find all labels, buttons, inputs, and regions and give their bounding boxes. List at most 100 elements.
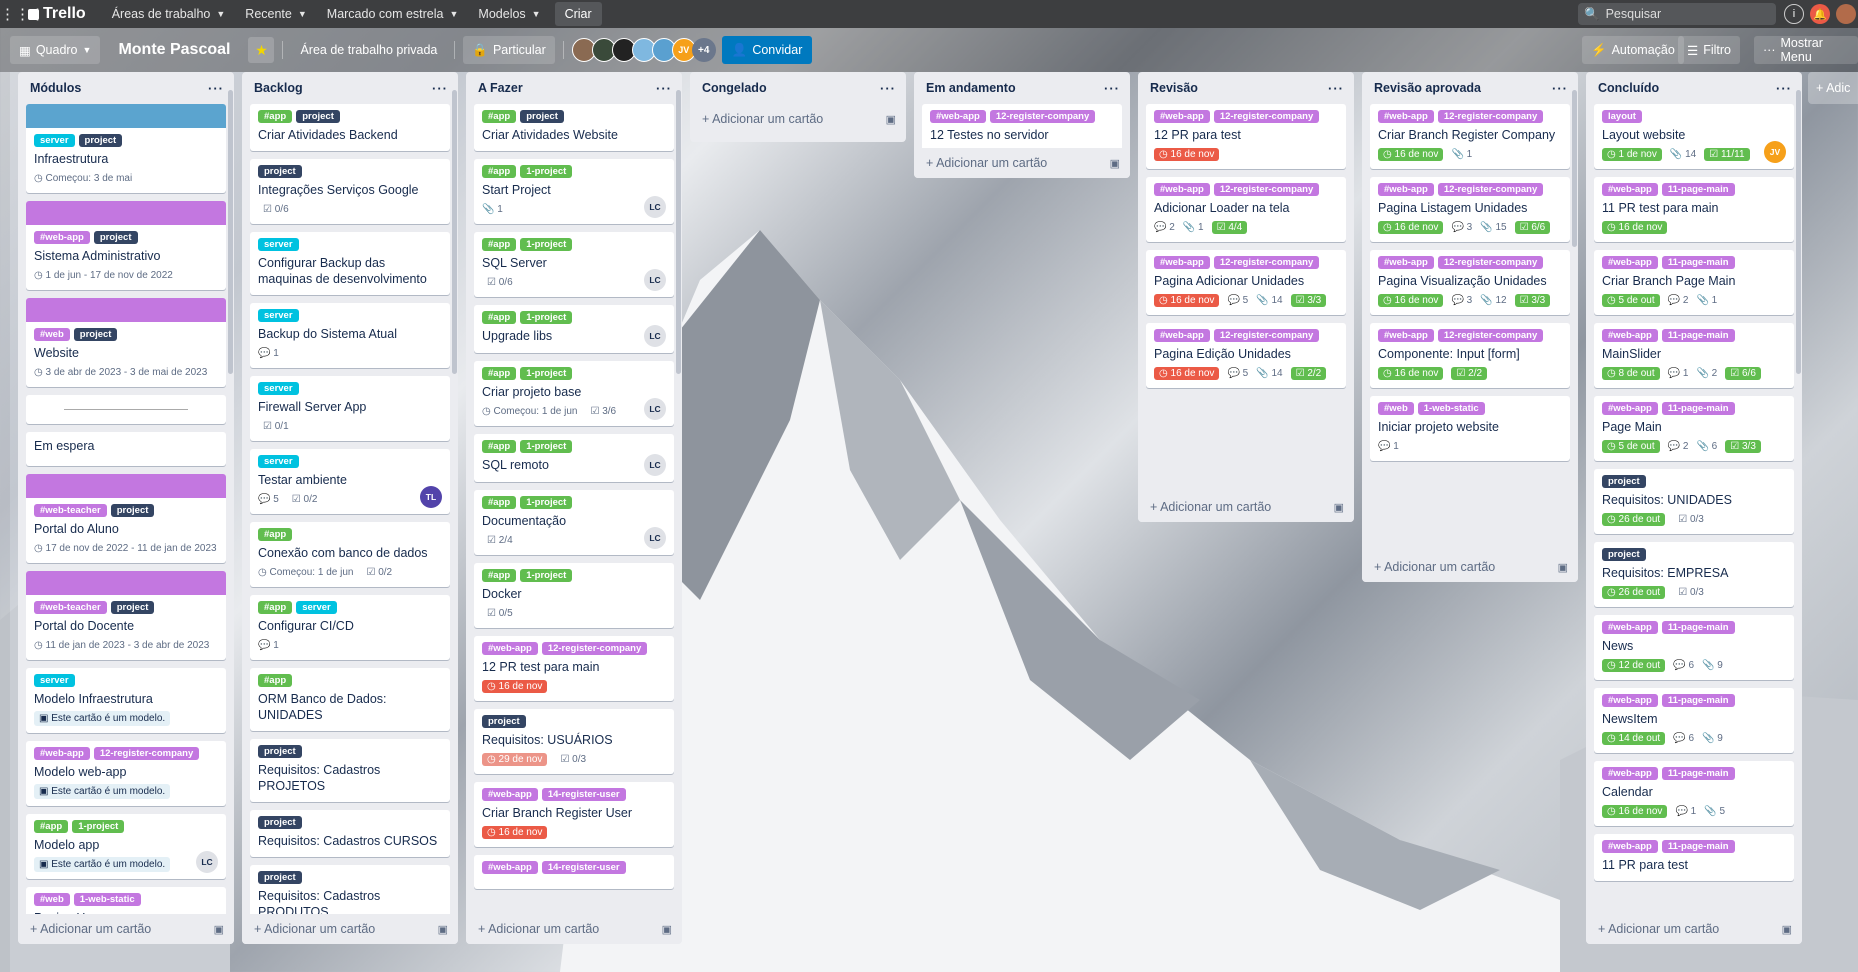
due-date-badge[interactable]: ◷ 12 de out (1602, 658, 1666, 672)
card-label[interactable]: #web-app (1154, 256, 1210, 269)
card-label[interactable]: 12-register-company (1437, 256, 1544, 269)
card[interactable]: #web-app 12-register-company Pagina Listag… (1370, 177, 1570, 242)
due-date-badge[interactable]: ◷ 8 de out (1602, 366, 1660, 380)
card-label[interactable]: #web-teacher (34, 504, 107, 517)
card[interactable]: #web-app 12-register-company Pagina Visual… (1370, 250, 1570, 315)
card[interactable]: #web-teacher project Portal do Aluno ◷ 17 d… (26, 474, 226, 563)
card-label[interactable]: #web-app (1154, 329, 1210, 342)
card-template-icon[interactable]: ▣ (438, 923, 448, 936)
card-label[interactable]: project (110, 504, 155, 517)
card-label[interactable]: #app (482, 110, 517, 123)
card[interactable]: #app 1-project SQL remoto LC (474, 434, 674, 482)
card-label[interactable]: project (296, 110, 340, 123)
card-label[interactable]: #app (482, 238, 517, 251)
invite-button[interactable]: 👤 Convidar (721, 36, 813, 64)
card-label[interactable]: #app (482, 367, 517, 380)
scrollbar[interactable] (1796, 90, 1801, 374)
card-label[interactable]: #app (482, 496, 517, 509)
card-label[interactable]: 1-web-static (1417, 402, 1485, 415)
list-title[interactable]: Concluído (1598, 81, 1659, 95)
card[interactable]: #web-app 11-page-main MainSlider ◷ 8 de out… (1594, 323, 1794, 388)
list-title[interactable]: Em andamento (926, 81, 1016, 95)
card-label[interactable]: 1-web-static (73, 893, 141, 906)
automation-button[interactable]: ⚡ Automação (1582, 36, 1684, 64)
scrollbar[interactable] (452, 90, 457, 374)
due-date-badge[interactable]: ◷ 16 de nov (930, 147, 996, 148)
card[interactable]: #web 1-web-static Iniciar projeto website 💬… (1370, 396, 1570, 461)
scrollbar[interactable] (228, 90, 233, 374)
due-date-badge[interactable]: ◷ 16 de nov (482, 825, 548, 839)
account-avatar[interactable] (1836, 4, 1856, 24)
list-title[interactable]: Congelado (702, 81, 767, 95)
member-avatar[interactable]: LC (644, 325, 666, 347)
add-card-button[interactable]: + Adicionar um cartão ▣ (18, 914, 234, 944)
card-label[interactable]: 1-project (520, 165, 573, 178)
card-label[interactable]: server (258, 455, 299, 468)
card[interactable]: #app 1-project Modelo app ▣ Este cartão é u… (26, 814, 226, 879)
card-label[interactable]: 12-register-company (1437, 183, 1544, 196)
list-header[interactable]: Concluído ··· (1586, 72, 1802, 104)
list-menu-icon[interactable]: ··· (880, 81, 896, 96)
card[interactable]: server Testar ambiente 💬 5 ☑ 0/2 TL (250, 449, 450, 514)
card[interactable]: #app 1-project Criar projeto base ◷ Começou… (474, 361, 674, 426)
card[interactable]: #web-app 12-register-company Adicionar Loa… (1146, 177, 1346, 242)
card-label[interactable]: 1-project (520, 311, 573, 324)
card-label[interactable]: 11-page-main (1661, 840, 1735, 853)
nav-recent[interactable]: Recente ▼ (235, 0, 316, 28)
card-label[interactable]: 11-page-main (1661, 621, 1735, 634)
card-label[interactable]: #app (482, 165, 517, 178)
due-date-badge[interactable]: ◷ 16 de nov (1378, 220, 1444, 234)
due-date-badge[interactable]: ◷ 16 de nov (1378, 293, 1444, 307)
due-date-badge[interactable]: ◷ 16 de nov (1378, 366, 1444, 380)
list-title[interactable]: Backlog (254, 81, 303, 95)
card-label[interactable]: #web-teacher (34, 601, 107, 614)
list-header[interactable]: Revisão aprovada ··· (1362, 72, 1578, 104)
card-label[interactable]: 1-project (72, 820, 125, 833)
member-avatar[interactable]: LC (644, 527, 666, 549)
card-label[interactable]: #web-app (482, 861, 538, 874)
due-date-badge[interactable]: ◷ 26 de out (1602, 585, 1666, 599)
card[interactable]: Em espera (26, 432, 226, 466)
card[interactable]: server Modelo Infraestrutura ▣ Este cartão… (26, 668, 226, 733)
card-label[interactable]: project (78, 134, 123, 147)
card[interactable]: project Requisitos: UNIDADES ◷ 26 de out ☑ … (1594, 469, 1794, 534)
card-template-icon[interactable]: ▣ (1558, 561, 1568, 574)
divider-card[interactable] (26, 395, 226, 424)
card-label[interactable]: #web-app (1154, 183, 1210, 196)
due-date-badge[interactable]: ◷ 29 de nov (482, 752, 548, 766)
card[interactable]: #web-app 12-register-company Componente: I… (1370, 323, 1570, 388)
card-label[interactable]: project (520, 110, 564, 123)
card[interactable]: #app Conexão com banco de dados ◷ Começou:… (250, 522, 450, 587)
card-label[interactable]: 11-page-main (1661, 329, 1735, 342)
board-view-switcher[interactable]: ▦ Quadro ▼ (10, 36, 101, 64)
card-label[interactable]: 11-page-main (1661, 183, 1735, 196)
star-icon[interactable]: ★ (248, 37, 275, 63)
card[interactable]: #web-app 11-page-main 11 PR test para main… (1594, 177, 1794, 242)
add-card-button[interactable]: + Adicionar um cartão ▣ (242, 914, 458, 944)
card-label[interactable]: #web (34, 893, 70, 906)
list-menu-icon[interactable]: ··· (1104, 81, 1120, 96)
card-label[interactable]: #web (34, 328, 70, 341)
filter-button[interactable]: ☰ Filtro (1678, 36, 1740, 64)
card-template-icon[interactable]: ▣ (1782, 923, 1792, 936)
due-date-badge[interactable]: ◷ 16 de nov (1154, 147, 1220, 161)
card-label[interactable]: 12-register-company (1437, 329, 1544, 342)
card-label[interactable]: 12-register-company (1213, 329, 1320, 342)
add-list-button[interactable]: + Adic (1808, 72, 1858, 104)
card-label[interactable]: 11-page-main (1661, 402, 1735, 415)
card-label[interactable]: #web-app (1602, 402, 1658, 415)
card-label[interactable]: #web-app (482, 788, 538, 801)
card-label[interactable]: 1-project (520, 238, 573, 251)
card-label[interactable]: #web-app (1602, 183, 1658, 196)
card[interactable]: #web-app 14-register-user (474, 855, 674, 889)
list-menu-icon[interactable]: ··· (1328, 81, 1344, 96)
card-label[interactable]: 12-register-company (1213, 110, 1320, 123)
card[interactable]: #app 1-project Documentação ☑ 2/4 LC (474, 490, 674, 555)
card[interactable]: #web-app 11-page-main News ◷ 12 de out 💬 6 📎 … (1594, 615, 1794, 680)
nav-starred[interactable]: Marcado com estrela ▼ (317, 0, 469, 28)
card-label[interactable]: 1-project (520, 569, 573, 582)
card-label[interactable]: 1-project (520, 367, 573, 380)
card[interactable]: #web-app 11-page-main Page Main ◷ 5 de out 💬… (1594, 396, 1794, 461)
card-label[interactable]: #web-app (482, 642, 538, 655)
card[interactable]: project Requisitos: EMPRESA ◷ 26 de out ☑ 0… (1594, 542, 1794, 607)
